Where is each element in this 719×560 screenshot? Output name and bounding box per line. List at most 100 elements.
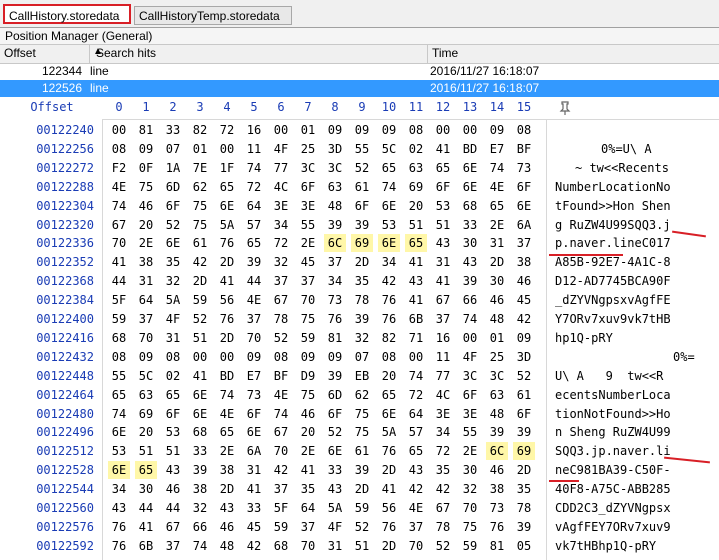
hex-byte[interactable]: D9 — [297, 367, 319, 385]
hex-byte[interactable]: 09 — [378, 121, 400, 139]
hex-byte[interactable]: 20 — [297, 423, 319, 441]
search-hit-row[interactable]: 122344 line 2016/11/27 16:18:07 — [0, 63, 719, 80]
tab-callhistory[interactable]: CallHistory.storedata — [3, 4, 131, 24]
hex-byte[interactable]: 31 — [486, 234, 508, 252]
hex-byte[interactable]: 33 — [243, 499, 265, 517]
hex-byte[interactable]: 2D — [216, 480, 238, 498]
hex-byte[interactable]: 39 — [513, 518, 535, 536]
hex-byte[interactable]: 72 — [270, 234, 292, 252]
hex-byte[interactable]: 2D — [378, 537, 400, 555]
hex-byte[interactable]: 42 — [270, 461, 292, 479]
hex-byte[interactable]: 48 — [486, 310, 508, 328]
hex-byte[interactable]: 5A — [216, 216, 238, 234]
hex-byte[interactable]: 46 — [135, 197, 157, 215]
hex-byte[interactable]: 39 — [324, 367, 346, 385]
hex-byte[interactable]: 2D — [351, 253, 373, 271]
hex-byte[interactable]: 7E — [189, 159, 211, 177]
hex-byte[interactable]: 00 — [108, 121, 130, 139]
hex-byte[interactable]: 67 — [108, 216, 130, 234]
hex-byte[interactable]: 61 — [189, 234, 211, 252]
hex-byte[interactable]: 34 — [324, 272, 346, 290]
hex-byte[interactable]: 70 — [108, 234, 130, 252]
hex-byte[interactable]: 34 — [270, 216, 292, 234]
hex-byte[interactable]: 43 — [162, 461, 184, 479]
hex-byte[interactable]: 51 — [351, 537, 373, 555]
hex-byte[interactable]: 41 — [135, 518, 157, 536]
hex-byte[interactable]: 08 — [162, 348, 184, 366]
hex-byte[interactable]: 72 — [216, 121, 238, 139]
hex-byte[interactable]: 01 — [189, 140, 211, 158]
hex-byte[interactable]: 75 — [459, 518, 481, 536]
hex-byte[interactable]: 38 — [486, 480, 508, 498]
hex-byte[interactable]: 6F — [351, 197, 373, 215]
hex-byte[interactable]: 43 — [405, 272, 427, 290]
hex-byte[interactable]: 61 — [351, 178, 373, 196]
hex-byte[interactable]: 46 — [297, 405, 319, 423]
hex-byte[interactable]: 35 — [297, 480, 319, 498]
hex-byte[interactable]: 08 — [378, 348, 400, 366]
hex-byte[interactable]: 02 — [162, 367, 184, 385]
hex-byte[interactable]: 68 — [270, 537, 292, 555]
hex-byte[interactable]: 2D — [216, 253, 238, 271]
hex-byte[interactable]: 09 — [324, 121, 346, 139]
hex-byte[interactable]: 37 — [297, 518, 319, 536]
hex-byte[interactable]: 72 — [243, 178, 265, 196]
hex-byte[interactable]: 34 — [432, 423, 454, 441]
hex-byte[interactable]: 81 — [486, 537, 508, 555]
hex-byte[interactable]: 37 — [432, 310, 454, 328]
hex-byte[interactable]: 39 — [351, 216, 373, 234]
hex-byte[interactable]: 65 — [162, 386, 184, 404]
hex-byte[interactable]: 42 — [378, 272, 400, 290]
hex-byte[interactable]: 2E — [486, 216, 508, 234]
hex-byte[interactable]: 41 — [432, 140, 454, 158]
hex-byte[interactable]: 6E — [513, 197, 535, 215]
hex-byte[interactable]: 66 — [189, 518, 211, 536]
hex-byte[interactable]: 76 — [378, 518, 400, 536]
hex-byte[interactable]: 6F — [432, 178, 454, 196]
hex-byte[interactable]: 09 — [297, 348, 319, 366]
hex-byte[interactable]: 78 — [351, 291, 373, 309]
hex-byte[interactable]: 3E — [297, 197, 319, 215]
hex-byte[interactable]: 76 — [108, 518, 130, 536]
hex-byte[interactable]: 6F — [513, 178, 535, 196]
hex-byte[interactable]: 41 — [405, 253, 427, 271]
hex-byte[interactable]: 33 — [189, 442, 211, 460]
hex-byte[interactable]: 37 — [243, 310, 265, 328]
hex-byte[interactable]: 67 — [432, 291, 454, 309]
hex-byte[interactable]: 66 — [459, 291, 481, 309]
hex-byte[interactable]: 43 — [432, 234, 454, 252]
hex-byte[interactable]: 74 — [270, 405, 292, 423]
hex-byte[interactable]: 6E — [108, 461, 130, 480]
hex-byte[interactable]: 69 — [405, 178, 427, 196]
hex-byte[interactable]: BD — [459, 140, 481, 158]
hex-byte[interactable]: 33 — [324, 461, 346, 479]
hex-byte[interactable]: 38 — [216, 461, 238, 479]
hex-byte[interactable]: 55 — [459, 423, 481, 441]
hex-byte[interactable]: 35 — [513, 480, 535, 498]
hex-byte[interactable]: 00 — [216, 140, 238, 158]
hex-byte[interactable]: 2D — [513, 461, 535, 479]
hex-byte[interactable]: 45 — [513, 291, 535, 309]
hex-byte[interactable]: 82 — [378, 329, 400, 347]
hex-byte[interactable]: 65 — [486, 197, 508, 215]
hex-byte[interactable]: 44 — [108, 272, 130, 290]
hex-byte[interactable]: 6E — [324, 442, 346, 460]
hex-byte[interactable]: 6E — [189, 386, 211, 404]
hex-byte[interactable]: 6F — [459, 386, 481, 404]
hex-byte[interactable]: 69 — [135, 405, 157, 423]
hex-byte[interactable]: 08 — [405, 121, 427, 139]
hex-byte[interactable]: 53 — [432, 197, 454, 215]
hex-byte[interactable]: 74 — [486, 159, 508, 177]
hex-byte[interactable]: 2E — [297, 442, 319, 460]
hex-byte[interactable]: 1F — [216, 159, 238, 177]
hex-byte[interactable]: 64 — [297, 499, 319, 517]
hex-byte[interactable]: 73 — [324, 291, 346, 309]
hex-byte[interactable]: 67 — [270, 423, 292, 441]
hex-byte[interactable]: 61 — [351, 442, 373, 460]
hex-byte[interactable]: 05 — [513, 537, 535, 555]
hex-byte[interactable]: 2E — [216, 442, 238, 460]
hex-byte[interactable]: 00 — [459, 121, 481, 139]
hex-byte[interactable]: 5A — [162, 291, 184, 309]
hex-byte[interactable]: 44 — [243, 272, 265, 290]
hex-byte[interactable]: 6F — [243, 405, 265, 423]
